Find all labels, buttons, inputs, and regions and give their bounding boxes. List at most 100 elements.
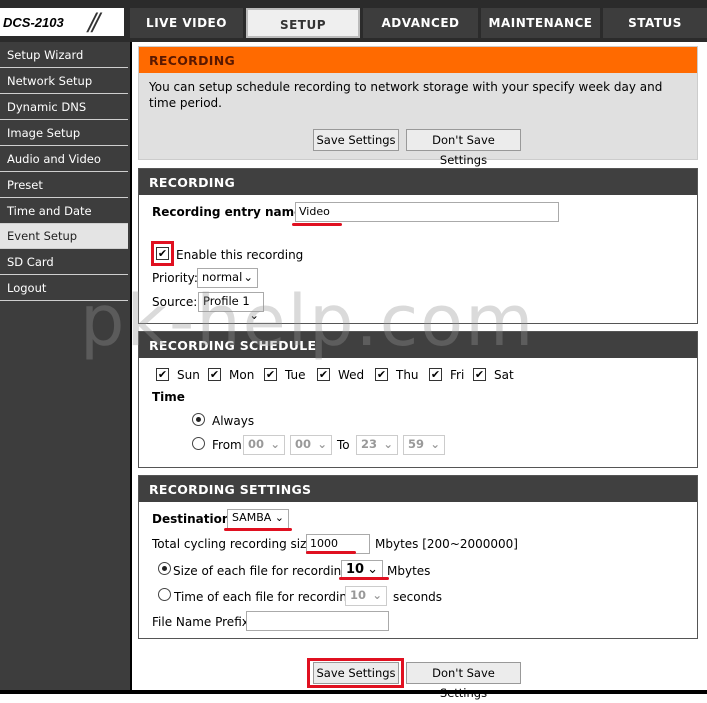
tab-setup[interactable]: SETUP bbox=[246, 8, 360, 38]
total-size-label: Total cycling recording size: bbox=[152, 537, 318, 551]
save-settings-button[interactable]: Save Settings bbox=[313, 662, 399, 684]
chevron-down-icon: ⌄ bbox=[430, 437, 440, 451]
enable-recording-label: Enable this recording bbox=[176, 248, 304, 262]
sidebar-item-preset[interactable]: Preset bbox=[0, 173, 128, 198]
sidebar-item-logout[interactable]: Logout bbox=[0, 276, 128, 301]
checkbox[interactable]: ✔ bbox=[375, 368, 388, 381]
from-label: From bbox=[212, 438, 242, 452]
value: 00 bbox=[248, 437, 265, 451]
model-logo: DCS-2103 bbox=[0, 8, 88, 36]
priority-value: normal bbox=[202, 270, 243, 284]
value: 59 bbox=[408, 437, 425, 451]
highlight-underline bbox=[292, 223, 342, 226]
checkbox[interactable]: ✔ bbox=[317, 368, 330, 381]
always-radio[interactable] bbox=[192, 413, 205, 426]
priority-label: Priority: bbox=[152, 271, 198, 285]
source-label: Source: bbox=[152, 295, 198, 309]
value: 10 bbox=[350, 588, 367, 602]
value: SAMBA bbox=[232, 511, 272, 524]
dont-save-settings-button[interactable]: Don't Save Settings bbox=[406, 662, 521, 700]
from-minute-select[interactable]: 00 ⌄ bbox=[290, 435, 332, 455]
chevron-down-icon: ⌄ bbox=[270, 437, 280, 451]
checkbox[interactable]: ✔ bbox=[473, 368, 486, 381]
day-label: Fri bbox=[450, 368, 465, 382]
checkbox[interactable]: ✔ bbox=[156, 368, 169, 381]
always-label: Always bbox=[212, 414, 255, 428]
day-tue[interactable]: ✔ Tue bbox=[264, 368, 317, 382]
destination-label: Destination bbox=[152, 512, 231, 526]
highlight-underline bbox=[339, 577, 389, 580]
file-time-label: Time of each file for recording: bbox=[174, 590, 359, 604]
tab-live-video[interactable]: LIVE VIDEO bbox=[130, 8, 243, 38]
time-label: Time bbox=[152, 390, 185, 404]
chevron-down-icon: ⌄ bbox=[317, 437, 327, 451]
sidebar-item-audio-video[interactable]: Audio and Video bbox=[0, 147, 128, 172]
source-select[interactable]: Profile 1 ⌄ bbox=[198, 292, 264, 322]
day-label: Thu bbox=[396, 368, 419, 382]
checkbox[interactable]: ✔ bbox=[208, 368, 221, 381]
file-size-unit: Mbytes bbox=[387, 564, 431, 578]
intro-dont-save-button[interactable]: Don't Save Settings bbox=[406, 129, 521, 167]
day-sat[interactable]: ✔ Sat bbox=[473, 368, 517, 382]
day-checkboxes: ✔ Sun ✔ Mon ✔ Tue ✔ Wed ✔ Thu ✔ Fri ✔ Sat bbox=[156, 368, 517, 382]
value: 23 bbox=[361, 437, 378, 451]
sidebar-item-network-setup[interactable]: Network Setup bbox=[0, 69, 128, 94]
chevron-down-icon: ⌄ bbox=[372, 588, 382, 602]
day-label: Sat bbox=[494, 368, 514, 382]
enable-recording-checkbox[interactable]: ✔ bbox=[156, 247, 169, 260]
day-label: Tue bbox=[285, 368, 306, 382]
file-size-radio[interactable] bbox=[158, 562, 171, 575]
recording-title: RECORDING bbox=[139, 169, 697, 195]
prefix-input[interactable] bbox=[246, 611, 389, 631]
intro-text: You can setup schedule recording to netw… bbox=[149, 80, 663, 110]
priority-select[interactable]: normal ⌄ bbox=[197, 268, 258, 288]
file-time-radio[interactable] bbox=[158, 588, 171, 601]
settings-title: RECORDING SETTINGS bbox=[139, 476, 697, 502]
day-fri[interactable]: ✔ Fri bbox=[429, 368, 473, 382]
sidebar-item-sd-card[interactable]: SD Card bbox=[0, 250, 128, 275]
day-label: Sun bbox=[177, 368, 200, 382]
tab-advanced[interactable]: ADVANCED bbox=[363, 8, 478, 38]
from-hour-select[interactable]: 00 ⌄ bbox=[243, 435, 285, 455]
source-value: Profile 1 bbox=[203, 294, 250, 308]
file-time-unit: seconds bbox=[393, 590, 443, 604]
tab-status[interactable]: STATUS bbox=[603, 8, 707, 38]
day-label: Mon bbox=[229, 368, 255, 382]
file-size-label: Size of each file for recording: bbox=[173, 564, 353, 578]
logo-slashes: // bbox=[88, 8, 124, 36]
to-hour-select[interactable]: 23 ⌄ bbox=[356, 435, 398, 455]
day-thu[interactable]: ✔ Thu bbox=[375, 368, 429, 382]
tab-maintenance[interactable]: MAINTENANCE bbox=[481, 8, 600, 38]
checkbox[interactable]: ✔ bbox=[429, 368, 442, 381]
day-mon[interactable]: ✔ Mon bbox=[208, 368, 264, 382]
chevron-down-icon: ⌄ bbox=[243, 270, 253, 284]
total-size-unit: Mbytes [200~2000000] bbox=[375, 537, 518, 551]
chevron-down-icon: ⌄ bbox=[274, 511, 284, 524]
sidebar-item-setup-wizard[interactable]: Setup Wizard bbox=[0, 43, 128, 68]
value: 10 bbox=[346, 562, 365, 577]
bottom-bar bbox=[0, 690, 707, 694]
value: 00 bbox=[295, 437, 312, 451]
sidebar-item-image-setup[interactable]: Image Setup bbox=[0, 121, 128, 146]
highlight-underline bbox=[306, 551, 356, 554]
intro-save-button[interactable]: Save Settings bbox=[313, 129, 399, 151]
entry-name-input[interactable]: Video bbox=[295, 202, 559, 222]
schedule-title: RECORDING SCHEDULE bbox=[139, 332, 697, 358]
file-time-select[interactable]: 10 ⌄ bbox=[345, 586, 387, 606]
chevron-down-icon: ⌄ bbox=[249, 308, 259, 322]
sidebar-item-dynamic-dns[interactable]: Dynamic DNS bbox=[0, 95, 128, 120]
day-sun[interactable]: ✔ Sun bbox=[156, 368, 208, 382]
day-wed[interactable]: ✔ Wed bbox=[317, 368, 375, 382]
day-label: Wed bbox=[338, 368, 365, 382]
prefix-label: File Name Prefix: bbox=[152, 615, 253, 629]
destination-select[interactable]: SAMBA ⌄ bbox=[227, 509, 289, 529]
sidebar-item-event-setup[interactable]: Event Setup bbox=[0, 224, 128, 249]
highlight-underline bbox=[224, 528, 292, 531]
entry-name-label: Recording entry name: bbox=[152, 205, 308, 219]
to-minute-select[interactable]: 59 ⌄ bbox=[403, 435, 445, 455]
from-radio[interactable] bbox=[192, 437, 205, 450]
sidebar-item-time-date[interactable]: Time and Date bbox=[0, 199, 128, 224]
checkbox[interactable]: ✔ bbox=[264, 368, 277, 381]
to-label: To bbox=[337, 438, 350, 452]
intro-title: RECORDING bbox=[139, 47, 697, 73]
